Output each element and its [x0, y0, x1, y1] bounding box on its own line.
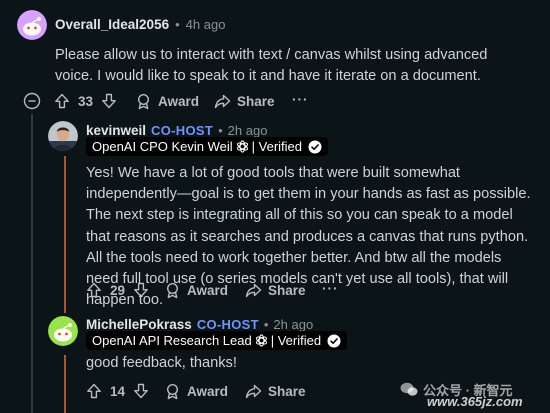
avatar[interactable]	[48, 121, 78, 151]
avatar[interactable]	[17, 10, 47, 40]
flair-verified: | Verified	[251, 139, 303, 154]
thread-line-accent	[64, 156, 66, 313]
comment-body: Yes! We have a lot of good tools that we…	[86, 165, 531, 309]
award-icon	[166, 383, 179, 400]
comment-body: good feedback, thanks!	[86, 355, 237, 371]
username[interactable]: MichellePokrass	[86, 317, 192, 332]
thread-line-accent	[64, 355, 66, 413]
share-label: Share	[237, 94, 275, 109]
verified-check-icon	[327, 334, 341, 347]
award-label: Award	[158, 94, 200, 109]
share-button[interactable]: Share	[245, 282, 306, 299]
avatar[interactable]	[48, 316, 78, 346]
award-icon	[137, 93, 150, 110]
share-button[interactable]: Share	[214, 93, 275, 110]
wechat-icon	[400, 382, 418, 396]
vote-count: 33	[78, 93, 94, 109]
collapse-button[interactable]	[23, 92, 41, 110]
flair-verified: | Verified	[270, 333, 322, 348]
watermark-url: www.365jz.com	[427, 394, 523, 409]
comment-body: Please allow us to interact with text / …	[55, 47, 488, 85]
separator: •	[175, 17, 180, 32]
upvote-icon[interactable]	[54, 93, 70, 109]
vote-count: 29	[110, 282, 126, 298]
vote-count: 14	[110, 383, 126, 399]
openai-icon	[255, 334, 267, 347]
award-button[interactable]: Award	[164, 282, 228, 299]
award-icon	[166, 282, 179, 299]
downvote-icon[interactable]	[133, 282, 149, 298]
award-label: Award	[187, 384, 229, 399]
timestamp: 2h ago	[273, 317, 314, 332]
separator: •	[218, 123, 223, 138]
vote-control: 29	[86, 282, 149, 298]
vote-control: 14	[86, 383, 149, 399]
downvote-icon[interactable]	[101, 93, 117, 109]
more-options-button[interactable]: ···	[292, 92, 309, 107]
more-options-button[interactable]: ···	[322, 281, 339, 296]
cohost-badge: CO-HOST	[151, 123, 214, 138]
thread-line	[31, 114, 33, 413]
share-label: Share	[268, 384, 306, 399]
share-icon	[214, 94, 231, 109]
verified-check-icon	[308, 140, 322, 153]
openai-icon	[236, 140, 248, 153]
cohost-badge: CO-HOST	[196, 317, 259, 332]
collapse-icon	[23, 92, 41, 110]
share-icon	[245, 384, 262, 399]
comment-header: MichellePokrass CO-HOST • 2h ago	[86, 317, 313, 332]
flair-text: OpenAI CPO Kevin Weil	[92, 139, 233, 154]
comment-header: kevinweil CO-HOST • 2h ago	[86, 123, 267, 138]
timestamp: 2h ago	[227, 123, 268, 138]
user-flair: OpenAI API Research Lead | Verified	[86, 331, 348, 350]
username[interactable]: kevinweil	[86, 123, 146, 138]
share-button[interactable]: Share	[245, 383, 306, 400]
user-flair: OpenAI CPO Kevin Weil | Verified	[86, 137, 329, 156]
more-icon: ···	[322, 281, 339, 296]
upvote-icon[interactable]	[86, 282, 102, 298]
award-button[interactable]: Award	[135, 93, 199, 110]
username[interactable]: Overall_Ideal2056	[55, 17, 169, 32]
flair-text: OpenAI API Research Lead	[92, 333, 252, 348]
more-icon: ···	[292, 92, 309, 107]
comment-header: Overall_Ideal2056 • 4h ago	[55, 17, 225, 32]
share-icon	[245, 283, 262, 298]
downvote-icon[interactable]	[133, 383, 149, 399]
award-label: Award	[187, 283, 229, 298]
upvote-icon[interactable]	[86, 383, 102, 399]
award-button[interactable]: Award	[164, 383, 228, 400]
separator: •	[263, 317, 269, 332]
vote-control: 33	[54, 93, 117, 109]
timestamp: 4h ago	[185, 17, 226, 32]
share-label: Share	[268, 283, 306, 298]
